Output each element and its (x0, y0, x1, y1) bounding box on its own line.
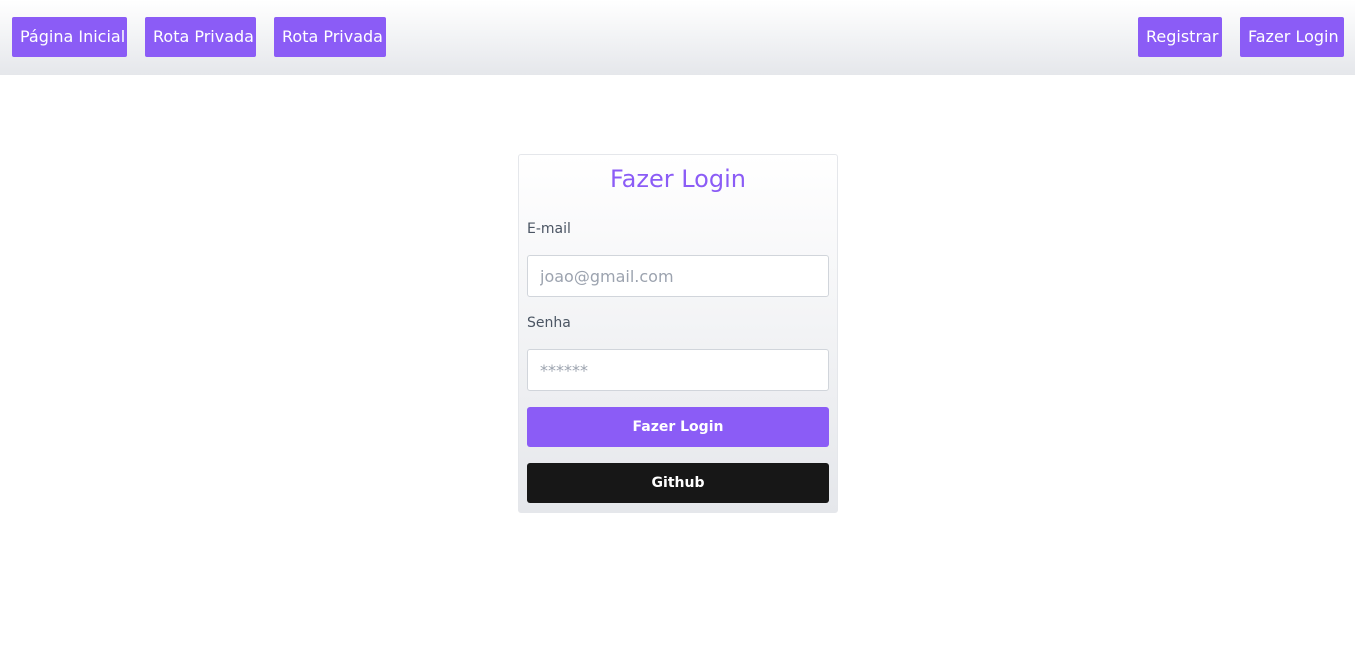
nav-login-button[interactable]: Fazer Login (1240, 17, 1344, 57)
github-login-button[interactable]: Github (527, 463, 829, 503)
nav-register-button[interactable]: Registrar (1138, 17, 1222, 57)
nav-private-route-button-2[interactable]: Rota Privada (274, 17, 386, 57)
login-title: Fazer Login (610, 165, 746, 193)
email-input[interactable] (527, 255, 829, 297)
login-card: Fazer Login E-mail Senha Fazer Login Git… (518, 154, 838, 513)
password-label: Senha (527, 315, 571, 331)
password-input[interactable] (527, 349, 829, 391)
login-submit-button[interactable]: Fazer Login (527, 407, 829, 447)
nav-home-button[interactable]: Página Inicial (12, 17, 127, 57)
nav-private-route-button-1[interactable]: Rota Privada (145, 17, 256, 57)
top-navbar: Página Inicial Rota Privada Rota Privada… (0, 0, 1355, 75)
email-label: E-mail (527, 221, 571, 237)
